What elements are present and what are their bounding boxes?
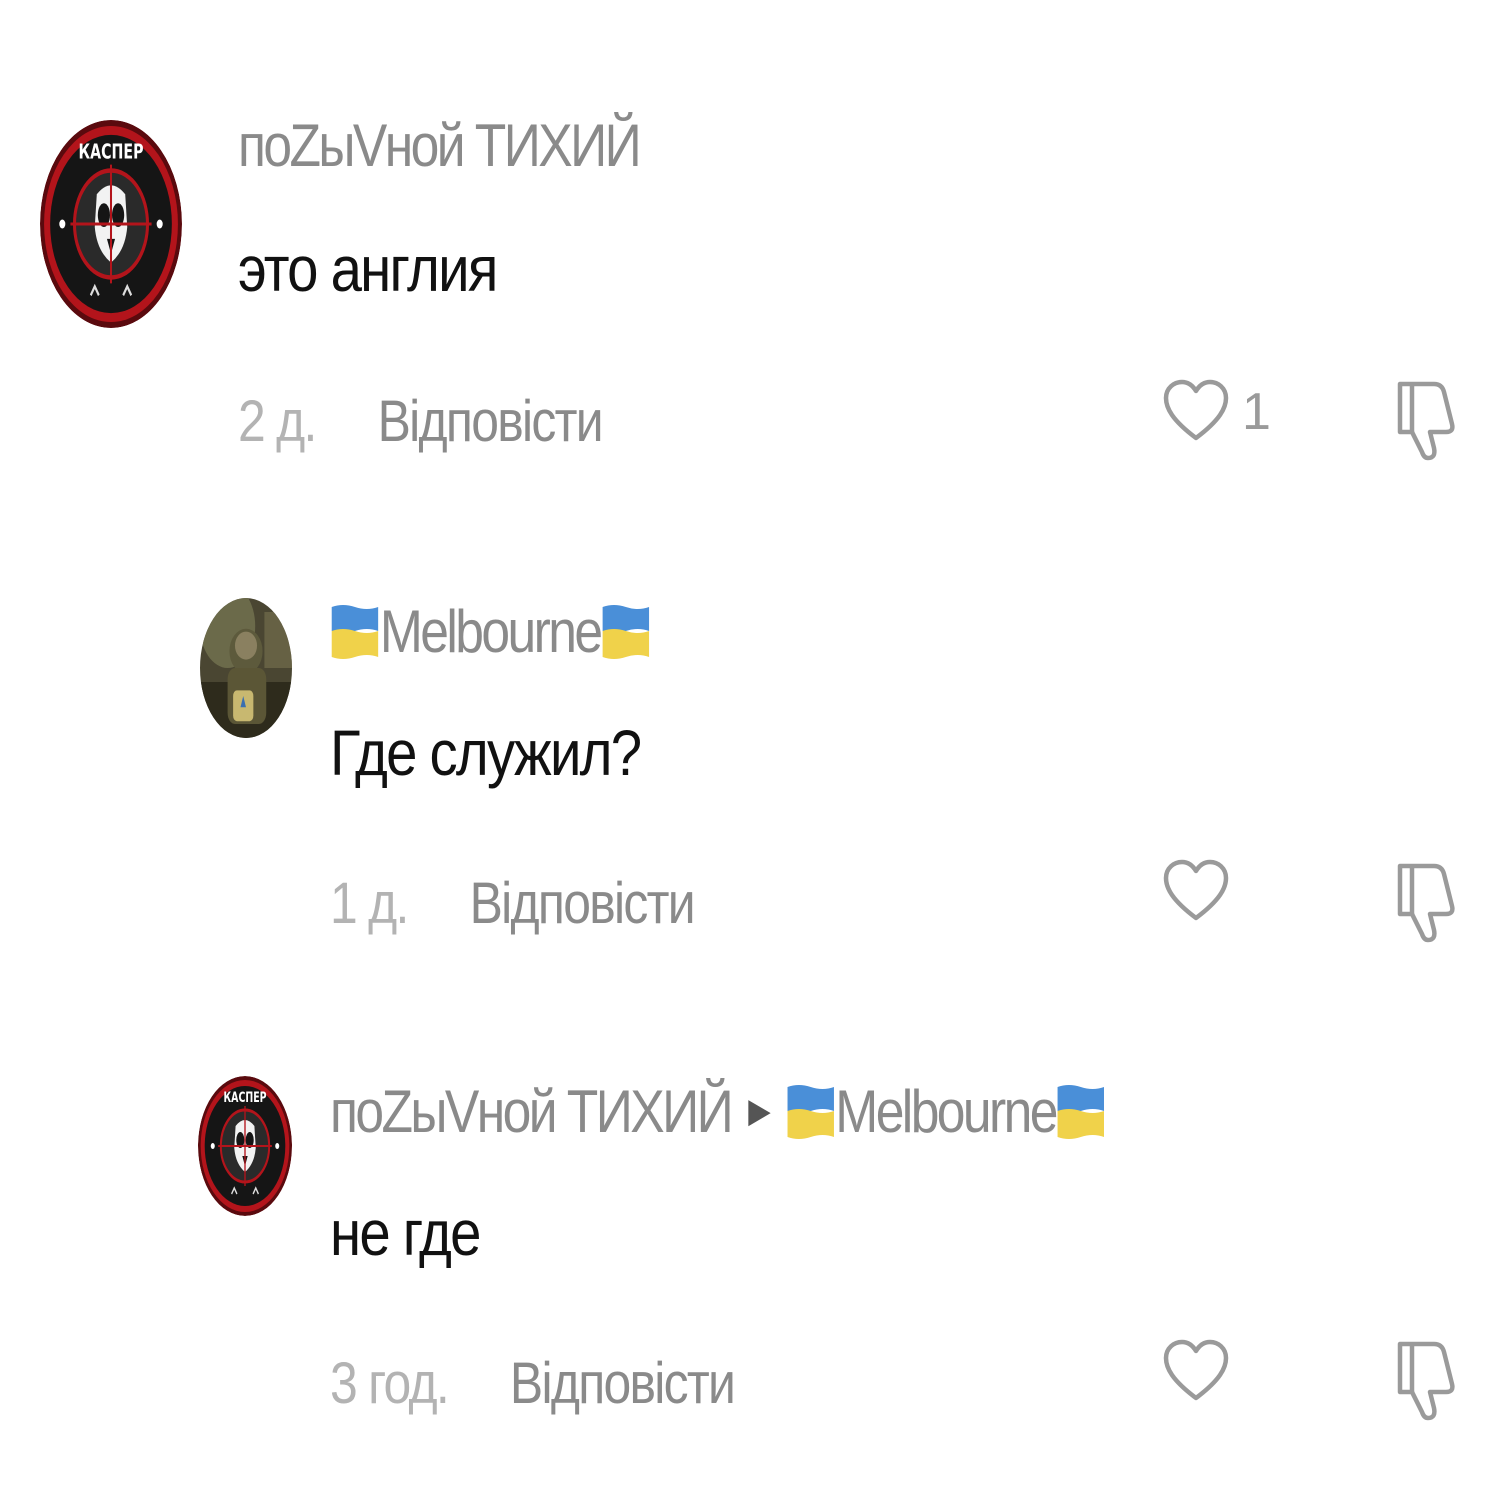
author-name[interactable]: поZыVной ТИХИЙ [330,1077,734,1146]
thumbs-down-outline-icon [1390,1336,1460,1422]
comment-text: не где [330,1197,481,1269]
caret-right-icon: ▶ [748,1092,771,1130]
comment-author[interactable]: поZыVной ТИХИЙ ▶ Melbourne [330,1076,1106,1146]
comment-meta: 3 год. Відповісти [330,1350,736,1417]
ukraine-flag-icon [785,1081,835,1141]
comment-time: 3 год. [330,1351,450,1416]
like-button[interactable] [1162,1338,1230,1406]
avatar[interactable] [198,1076,292,1216]
ukraine-flag-icon [1056,1081,1106,1141]
heart-outline-icon [1162,1338,1230,1406]
reply-to-name[interactable]: Melbourne [835,1077,1058,1146]
kasper-emblem-icon [198,1076,292,1216]
comment-item: поZыVной ТИХИЙ ▶ Melbourne не где 3 год.… [0,0,1488,1460]
dislike-button[interactable] [1390,1336,1460,1427]
reply-button[interactable]: Відповісти [510,1350,736,1417]
